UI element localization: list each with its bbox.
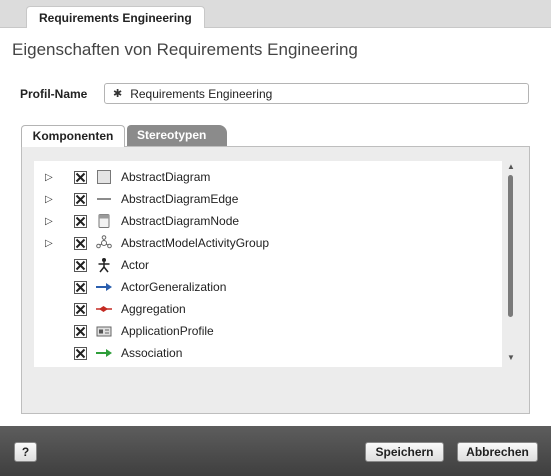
- list-item-label: Association: [121, 346, 183, 360]
- association-arrow-icon: [96, 345, 112, 361]
- footer-bar: ? Speichern Abbrechen: [0, 426, 551, 476]
- aggregation-icon: [96, 301, 112, 317]
- document-tab[interactable]: Requirements Engineering: [26, 6, 205, 29]
- checkbox[interactable]: [74, 192, 87, 206]
- application-profile-icon: [96, 323, 112, 339]
- list-item-label: ApplicationProfile: [121, 324, 214, 338]
- checkbox[interactable]: [74, 170, 87, 184]
- actor-icon: [96, 257, 112, 273]
- profile-name-label: Profil-Name: [20, 87, 88, 101]
- checkbox[interactable]: [74, 346, 87, 360]
- node-icon: [96, 213, 112, 229]
- generalization-arrow-icon: [96, 279, 112, 295]
- list-item[interactable]: Aggregation: [34, 298, 502, 320]
- list-item-label: AbstractModelActivityGroup: [121, 236, 270, 250]
- checkbox[interactable]: [74, 280, 87, 294]
- edge-line-icon: [96, 191, 112, 207]
- checkbox[interactable]: [74, 258, 87, 272]
- list-item-label: AbstractDiagramNode: [121, 214, 240, 228]
- expand-arrow-icon[interactable]: ▷: [45, 216, 55, 227]
- checkbox[interactable]: [74, 324, 87, 338]
- list-item-label: AbstractDiagramEdge: [121, 192, 239, 206]
- list-item-label: AbstractDiagram: [121, 170, 211, 184]
- list-item[interactable]: ActorGeneralization: [34, 276, 502, 298]
- list-item[interactable]: ▷ AbstractDiagramEdge: [34, 188, 502, 210]
- list-item[interactable]: Association: [34, 342, 502, 364]
- diagram-icon: [96, 169, 112, 185]
- save-button[interactable]: Speichern: [365, 442, 444, 462]
- scrollbar[interactable]: ▲ ▼: [505, 161, 517, 367]
- stereotype-list[interactable]: ▷ AbstractDiagram ▷ AbstractDiagramEdge …: [34, 161, 502, 367]
- list-item[interactable]: ▷ AbstractDiagram: [34, 166, 502, 188]
- expand-arrow-icon[interactable]: ▷: [45, 194, 55, 205]
- expand-arrow-icon[interactable]: ▷: [45, 172, 55, 183]
- list-item[interactable]: ApplicationProfile: [34, 320, 502, 342]
- properties-panel: Eigenschaften von Requirements Engineeri…: [0, 28, 551, 426]
- list-item-label: Aggregation: [121, 302, 186, 316]
- list-item[interactable]: ▷ AbstractModelActivityGroup: [34, 232, 502, 254]
- profile-name-value: Requirements Engineering: [130, 86, 273, 101]
- scroll-down-icon[interactable]: ▼: [507, 353, 515, 362]
- page-title: Eigenschaften von Requirements Engineeri…: [12, 40, 358, 59]
- profile-name-field[interactable]: ✱ Requirements Engineering: [104, 83, 529, 104]
- tab-content: ▷ AbstractDiagram ▷ AbstractDiagramEdge …: [21, 146, 530, 414]
- list-item-label: Actor: [121, 258, 150, 272]
- checkbox[interactable]: [74, 302, 87, 316]
- help-button[interactable]: ?: [14, 442, 37, 462]
- checkbox[interactable]: [74, 236, 87, 250]
- scroll-thumb[interactable]: [508, 175, 513, 317]
- expand-arrow-icon[interactable]: ▷: [45, 238, 55, 249]
- tab-stereotypen[interactable]: Stereotypen: [127, 125, 227, 146]
- activity-group-icon: [96, 235, 112, 251]
- scroll-up-icon[interactable]: ▲: [507, 162, 515, 171]
- cancel-button[interactable]: Abbrechen: [457, 442, 538, 462]
- list-item-label: ActorGeneralization: [121, 280, 227, 294]
- document-tab-bar: Requirements Engineering: [0, 0, 551, 29]
- list-item[interactable]: ▷ AbstractDiagramNode: [34, 210, 502, 232]
- checkbox[interactable]: [74, 214, 87, 228]
- required-marker-icon: ✱: [113, 88, 123, 100]
- tab-komponenten[interactable]: Komponenten: [21, 125, 125, 147]
- list-item[interactable]: Actor: [34, 254, 502, 276]
